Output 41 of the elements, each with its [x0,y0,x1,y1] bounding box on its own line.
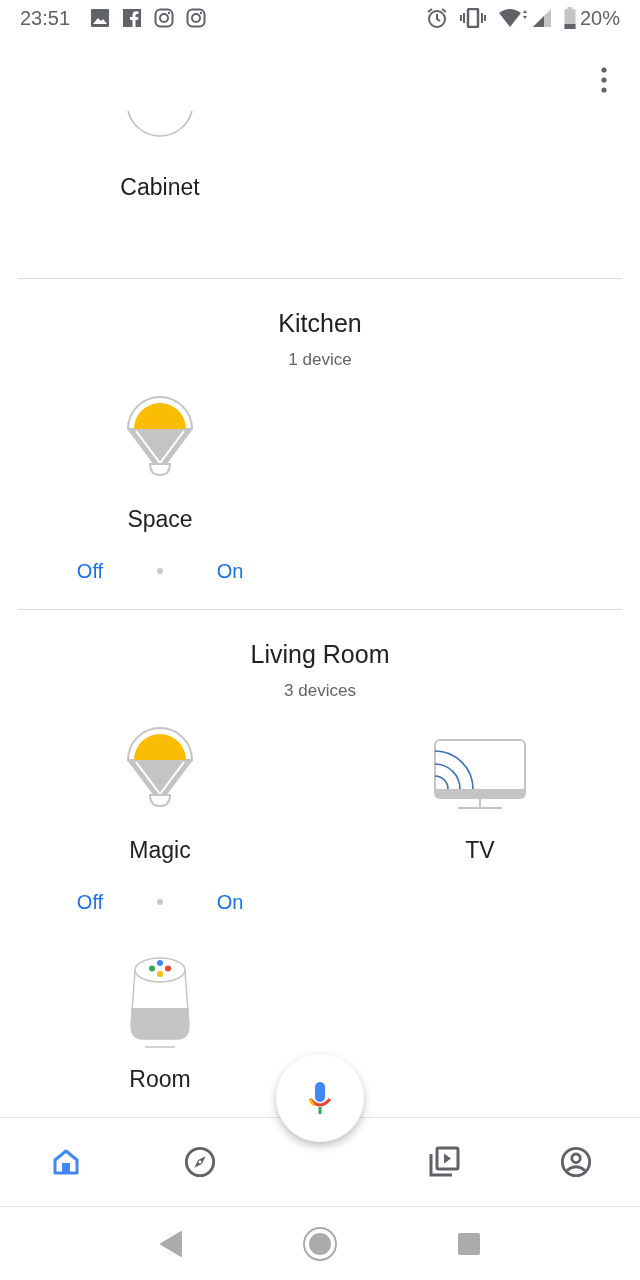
on-button[interactable]: On [200,890,260,914]
back-icon[interactable] [159,1230,184,1257]
smart-speaker-icon [129,955,191,1049]
tv-icon [434,739,526,811]
signal-icon [531,8,552,28]
device-name[interactable]: Magic [129,834,191,866]
device-name[interactable]: Space [127,503,193,535]
device-name[interactable]: TV [465,834,495,866]
battery-percent: 20% [579,6,620,31]
home-circle-icon[interactable] [302,1225,338,1262]
battery-icon [563,7,576,29]
microphone-button[interactable] [276,1054,364,1142]
instagram-icon [154,8,175,28]
on-button[interactable]: On [200,559,260,583]
image-icon [90,8,111,28]
device-name[interactable]: Cabinet [120,171,200,203]
room-title: Kitchen [277,308,363,339]
device-count: 1 device [287,349,353,371]
wifi-icon [497,8,528,28]
light-bulb-icon [126,726,194,808]
device-count: 3 devices [283,680,357,702]
compass-icon [184,1145,216,1179]
nav-tab[interactable] [560,1145,592,1179]
video-library-icon [428,1146,460,1178]
nav-tab[interactable] [428,1145,460,1179]
device-name[interactable]: Room [129,1063,191,1095]
instagram-icon [186,8,207,28]
nav-tab[interactable] [184,1145,216,1179]
home-icon [52,1148,80,1176]
recents-icon[interactable] [456,1231,481,1256]
more-vert-icon [601,67,607,93]
off-button[interactable]: Off [60,559,120,583]
off-button[interactable]: Off [60,890,120,914]
light-bulb-icon [126,395,194,477]
microphone-icon [307,1081,333,1115]
vibrate-icon [459,8,486,28]
room-title: Living Room [249,639,391,670]
clock-time: 23:51 [20,6,71,31]
alarm-icon [425,7,448,29]
facebook-icon [122,8,143,28]
account-icon [560,1145,592,1179]
